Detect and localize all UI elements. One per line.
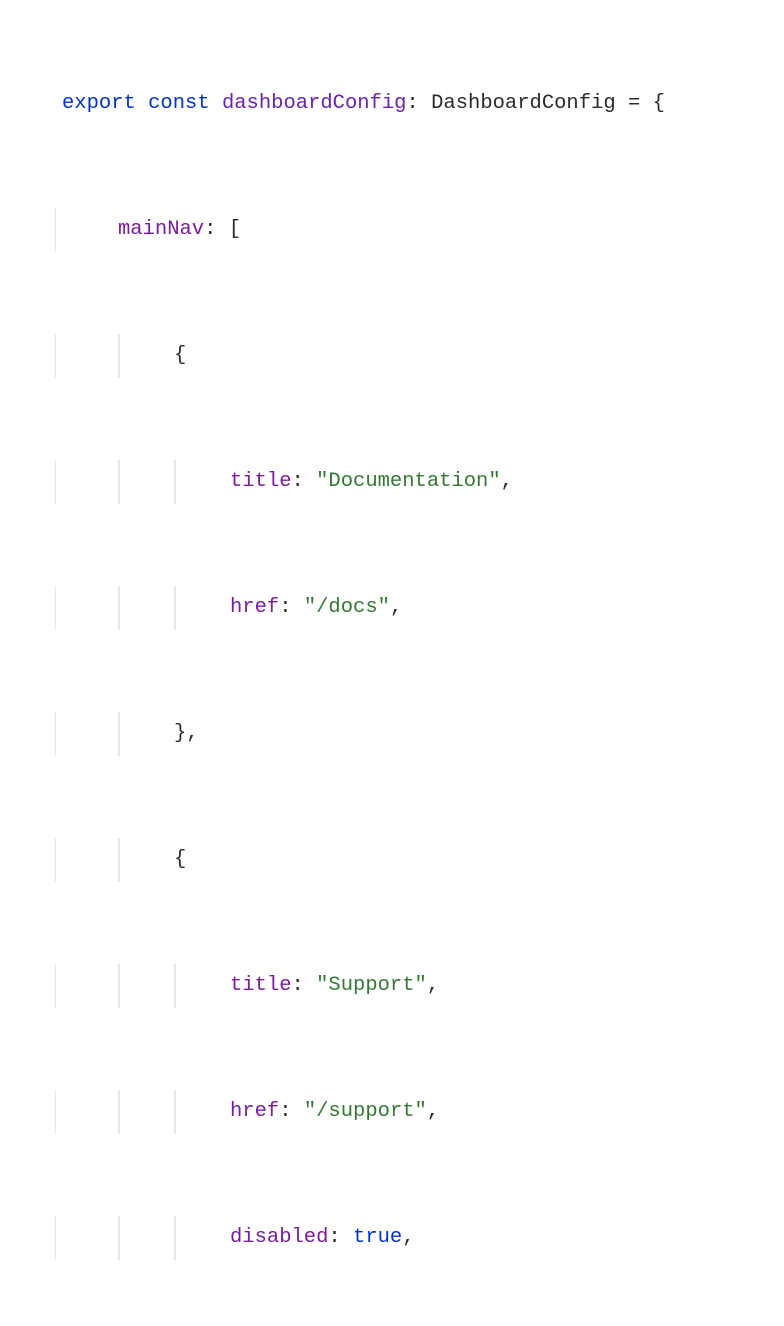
identifier: dashboardConfig xyxy=(222,94,407,115)
string-literal: "/support" xyxy=(304,1102,427,1123)
code-line[interactable]: { xyxy=(0,838,784,882)
type-annotation: DashboardConfig xyxy=(431,94,616,115)
code-line[interactable]: href: "/support", xyxy=(0,1090,784,1134)
gutter xyxy=(0,334,56,378)
gutter xyxy=(0,82,56,126)
code-line[interactable]: title: "Support", xyxy=(0,964,784,1008)
property-key: href xyxy=(230,1102,279,1123)
code-line[interactable]: mainNav: [ xyxy=(0,208,784,252)
gutter xyxy=(0,712,56,756)
gutter xyxy=(0,1216,56,1260)
string-literal: "Documentation" xyxy=(316,472,501,493)
gutter xyxy=(0,460,56,504)
string-literal: "Support" xyxy=(316,976,427,997)
code-line[interactable]: title: "Documentation", xyxy=(0,460,784,504)
code-editor[interactable]: export const dashboardConfig: DashboardC… xyxy=(0,0,784,1326)
code-line[interactable]: }, xyxy=(0,712,784,756)
property-key: disabled xyxy=(230,1228,328,1249)
gutter xyxy=(0,1090,56,1134)
gutter xyxy=(0,964,56,1008)
property-key: mainNav xyxy=(118,220,204,241)
code-line[interactable]: { xyxy=(0,334,784,378)
code-line[interactable]: disabled: true, xyxy=(0,1216,784,1260)
gutter xyxy=(0,838,56,882)
property-key: href xyxy=(230,598,279,619)
property-key: title xyxy=(230,472,292,493)
boolean-literal: true xyxy=(353,1228,402,1249)
string-literal: "/docs" xyxy=(304,598,390,619)
property-key: title xyxy=(230,976,292,997)
gutter xyxy=(0,208,56,252)
code-line[interactable]: href: "/docs", xyxy=(0,586,784,630)
keyword-export: export xyxy=(62,94,136,115)
gutter xyxy=(0,586,56,630)
keyword-const: const xyxy=(148,94,210,115)
code-line[interactable]: export const dashboardConfig: DashboardC… xyxy=(0,82,784,126)
